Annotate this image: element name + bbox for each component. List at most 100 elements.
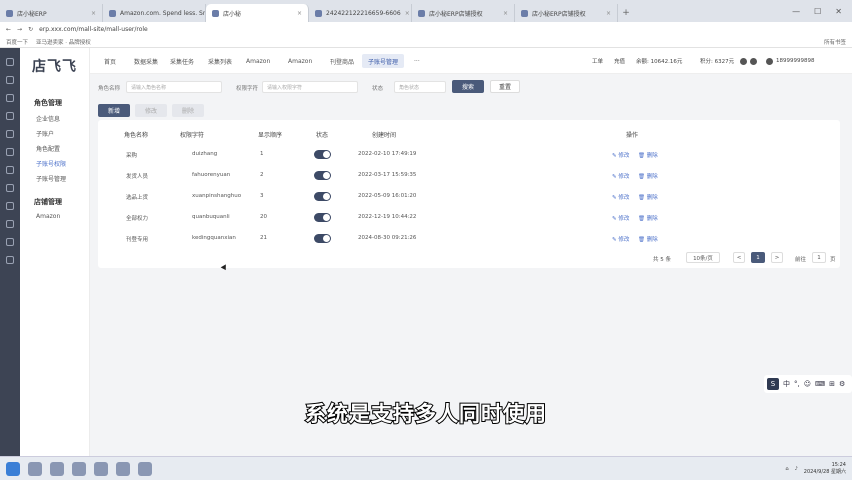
close-tab-icon[interactable]: ×: [405, 10, 410, 17]
row-edit-link[interactable]: ✎ 修改: [612, 151, 629, 159]
ime-emoji-icon[interactable]: ☺: [804, 380, 811, 388]
status-toggle[interactable]: [314, 150, 331, 159]
tab-amazon[interactable]: Amazon: [240, 54, 276, 68]
goto-page-input[interactable]: 1: [812, 252, 826, 263]
clock[interactable]: 15:24 2024/9/28 星期六: [804, 462, 846, 476]
forward-icon[interactable]: →: [17, 26, 22, 33]
edit-button[interactable]: 修改: [135, 104, 167, 117]
role-name-input[interactable]: 请输入角色名称: [126, 81, 222, 93]
row-delete-link[interactable]: 🗑 删除: [638, 193, 658, 201]
sidebar-group-title: 角色管理: [34, 99, 62, 107]
minimize-icon[interactable]: —: [792, 7, 800, 16]
close-window-icon[interactable]: ✕: [835, 7, 842, 16]
maximize-icon[interactable]: ☐: [814, 7, 821, 16]
shop-icon[interactable]: [6, 130, 14, 138]
browser-tab[interactable]: 店小秘ERP店铺授权 ×: [412, 4, 515, 22]
browser-tab-active[interactable]: 店小秘 ×: [206, 4, 309, 22]
browser-tab[interactable]: 店小秘ERP店铺授权 ×: [515, 4, 618, 22]
help-icon[interactable]: [6, 256, 14, 264]
sidebar-item-role[interactable]: 角色配置: [20, 144, 89, 153]
sidebar-item-amazon[interactable]: Amazon: [20, 213, 89, 220]
menu-icon[interactable]: [6, 76, 14, 84]
role-name-cell: 选品上货: [126, 195, 149, 201]
tools-icon[interactable]: [6, 238, 14, 246]
url-field[interactable]: erp.xxx.com/mall-site/mall-user/role: [39, 26, 148, 33]
ime-settings-icon[interactable]: ⚙: [839, 380, 845, 388]
sidebar-item-company[interactable]: 企业信息: [20, 114, 89, 123]
new-tab-icon[interactable]: +: [618, 4, 634, 22]
sidebar-item-permission[interactable]: 子账号权限: [20, 159, 89, 168]
tab-subaccount-manage[interactable]: 子账号管理: [362, 54, 405, 68]
browser-tab[interactable]: Amazon.com. Spend less. Sr×: [103, 4, 206, 22]
permission-key-input[interactable]: 请输入权限字符: [262, 81, 358, 93]
browser-tab[interactable]: 242422122216659-6606 ×: [309, 4, 412, 22]
ime-grid-icon[interactable]: ⊞: [829, 380, 835, 388]
prev-page-button[interactable]: <: [733, 252, 745, 263]
sidebar-item-subaccount[interactable]: 子账户: [20, 129, 89, 138]
tab-home[interactable]: 首页: [98, 54, 122, 68]
close-tab-icon[interactable]: ×: [297, 10, 302, 17]
row-delete-link[interactable]: 🗑 删除: [638, 235, 658, 243]
user-icon[interactable]: [6, 220, 14, 228]
browser-icon[interactable]: [94, 461, 108, 476]
row-edit-link[interactable]: ✎ 修改: [612, 172, 629, 180]
folder-icon[interactable]: [116, 461, 130, 476]
tab-listing[interactable]: 刊登商品: [324, 54, 360, 68]
add-button[interactable]: 新增: [98, 104, 130, 117]
search-button[interactable]: 搜索: [452, 80, 484, 93]
reset-button[interactable]: 重置: [490, 80, 520, 93]
theme-toggle[interactable]: [740, 54, 757, 68]
row-edit-link[interactable]: ✎ 修改: [612, 214, 629, 222]
next-page-button[interactable]: >: [771, 252, 783, 263]
settings-icon[interactable]: [6, 202, 14, 210]
app-icon[interactable]: [72, 461, 86, 476]
back-icon[interactable]: ←: [6, 26, 11, 33]
row-delete-link[interactable]: 🗑 删除: [638, 214, 658, 222]
tab-collect[interactable]: 数据采集: [128, 54, 164, 68]
row-delete-link[interactable]: 🗑 删除: [638, 151, 658, 159]
status-toggle[interactable]: [314, 234, 331, 243]
close-tab-icon[interactable]: ×: [606, 10, 611, 17]
ime-logo-icon[interactable]: S: [767, 378, 779, 390]
bookmark-item[interactable]: 百度一下: [6, 38, 28, 46]
delete-button[interactable]: 删除: [172, 104, 204, 117]
row-edit-link[interactable]: ✎ 修改: [612, 235, 629, 243]
row-edit-link[interactable]: ✎ 修改: [612, 193, 629, 201]
all-bookmarks-button[interactable]: 所有书签: [824, 38, 846, 46]
volume-icon[interactable]: ♪: [795, 466, 798, 472]
status-toggle[interactable]: [314, 171, 331, 180]
close-tab-icon[interactable]: ×: [503, 10, 508, 17]
windows-start-icon[interactable]: [6, 461, 20, 476]
tab-collect-list[interactable]: 采集列表: [202, 54, 238, 68]
close-tab-icon[interactable]: ×: [91, 10, 96, 17]
bookmark-item[interactable]: 亚马逊卖家 · 品牌授权: [36, 38, 91, 46]
ime-keyboard-icon[interactable]: ⌨: [815, 380, 825, 388]
order-icon[interactable]: [6, 112, 14, 120]
reload-icon[interactable]: ↻: [28, 26, 33, 33]
chart-icon[interactable]: [6, 184, 14, 192]
page-size-select[interactable]: 10条/页: [686, 252, 720, 263]
tab-amazon-2[interactable]: Amazon: [282, 54, 318, 68]
user-menu[interactable]: 18999999898: [766, 54, 815, 68]
ticket-link[interactable]: 工单: [592, 54, 603, 68]
tab-collect-task[interactable]: 采集任务: [164, 54, 200, 68]
network-icon[interactable]: ⌂: [785, 466, 788, 472]
ime-lang-icon[interactable]: 中: [783, 379, 790, 389]
page-1-button[interactable]: 1: [751, 252, 765, 263]
app-icon[interactable]: [138, 461, 152, 476]
warehouse-icon[interactable]: [6, 148, 14, 156]
task-view-icon[interactable]: [50, 461, 64, 476]
tab-more[interactable]: ···: [408, 54, 426, 68]
finance-icon[interactable]: [6, 166, 14, 174]
recharge-link[interactable]: 充值: [614, 54, 625, 68]
row-delete-link[interactable]: 🗑 删除: [638, 172, 658, 180]
home-icon[interactable]: [6, 58, 14, 66]
product-icon[interactable]: [6, 94, 14, 102]
ime-punct-icon[interactable]: °,: [794, 380, 800, 388]
sidebar-item-subaccount-manage[interactable]: 子账号管理: [20, 174, 89, 183]
status-select[interactable]: 角色状态: [394, 81, 446, 93]
browser-tab[interactable]: 店小秘ERP ×: [0, 4, 103, 22]
status-toggle[interactable]: [314, 192, 331, 201]
search-icon[interactable]: [28, 461, 42, 476]
status-toggle[interactable]: [314, 213, 331, 222]
